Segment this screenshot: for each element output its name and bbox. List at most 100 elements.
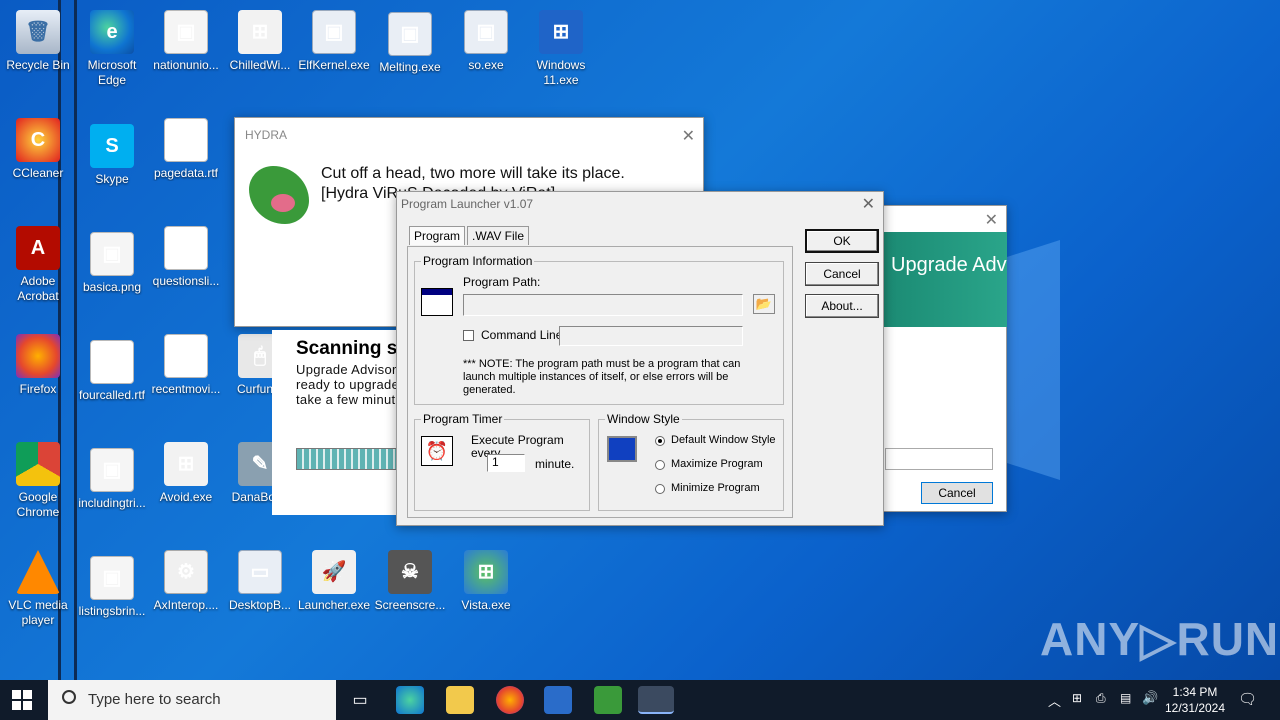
- browse-folder-icon[interactable]: 📂: [753, 294, 775, 314]
- style-default-radio[interactable]: [655, 436, 665, 446]
- desktop-icon-fourcalled[interactable]: W fourcalled.rtf: [74, 340, 150, 403]
- desktop-icon-listingsbrin[interactable]: ▣ listingsbrin...: [74, 556, 150, 619]
- desktop-icon-recycle-bin[interactable]: 🗑 Recycle Bin: [0, 10, 76, 73]
- windows-shield-icon: ⊞: [539, 10, 583, 54]
- advisor-banner: Upgrade Advisor: [881, 232, 1007, 327]
- program-path-input[interactable]: [463, 294, 743, 316]
- desktop-icon-launcher[interactable]: 🚀 Launcher.exe: [296, 550, 372, 613]
- word-doc-icon: W: [164, 334, 208, 378]
- desktop-icon-recentmovi[interactable]: W recentmovi...: [148, 334, 224, 397]
- timer-spinner[interactable]: 1: [487, 454, 525, 472]
- close-icon[interactable]: ✕: [862, 194, 875, 214]
- window-app-icon: [421, 288, 453, 316]
- clock-icon: ⏰: [421, 436, 453, 466]
- word-doc-icon: W: [90, 340, 134, 384]
- icon-label: Windows 11.exe: [536, 58, 586, 87]
- icon-label: pagedata.rtf: [153, 166, 219, 180]
- close-icon[interactable]: ✕: [682, 126, 695, 146]
- command-line-label: Command Line: [481, 328, 563, 342]
- monitor-icon: [607, 436, 637, 462]
- notifications-icon[interactable]: 🗨: [1238, 690, 1257, 708]
- desktop-icon-basica[interactable]: ▣ basica.png: [74, 232, 150, 295]
- program-launcher-window[interactable]: Program Launcher v1.07 ✕ Program .WAV Fi…: [396, 191, 884, 526]
- windows-start-icon[interactable]: [12, 690, 32, 710]
- windows-flag-icon: ⊞: [164, 442, 208, 486]
- device-icon[interactable]: ⎙: [1096, 691, 1106, 706]
- upgrade-advisor-window[interactable]: ✕ Upgrade Advisor Cancel: [880, 205, 1007, 512]
- app-taskbar-icon[interactable]: [544, 686, 572, 714]
- launcher-taskbar-icon[interactable]: [638, 686, 674, 714]
- desktop-icon-vlc[interactable]: VLC media player: [0, 550, 76, 628]
- style-maximize-radio[interactable]: [655, 460, 665, 470]
- edge-taskbar-icon[interactable]: [396, 686, 424, 714]
- desktop-icon-melting[interactable]: ▣ Melting.exe: [372, 12, 448, 75]
- desktop-icon-nationunio[interactable]: ▣ nationunio...: [148, 10, 224, 73]
- desktop-icon-includingtri[interactable]: ▣ includingtri...: [74, 448, 150, 511]
- desktop-icon-questionsli[interactable]: W questionsli...: [148, 226, 224, 289]
- desktop-icon-adobe-acrobat[interactable]: A Adobe Acrobat: [0, 226, 76, 304]
- tab-program[interactable]: Program: [409, 226, 466, 245]
- rocket-icon: 🚀: [312, 550, 356, 594]
- icon-label: ChilledWi...: [229, 58, 291, 72]
- desktop-icon-pagedata[interactable]: W pagedata.rtf: [148, 118, 224, 181]
- desktop-icon-windows11[interactable]: ⊞ Windows 11.exe: [523, 10, 599, 88]
- icon-label: VLC media player: [8, 598, 68, 627]
- desktop-icon-chilledwi[interactable]: ⊞ ChilledWi...: [222, 10, 298, 73]
- icon-label: CCleaner: [12, 166, 64, 180]
- desktop-icon-axinterop[interactable]: ⚙ AxInterop....: [148, 550, 224, 613]
- minute-label: minute.: [535, 457, 575, 471]
- desktop-icon-desktopb[interactable]: ▭ DesktopB...: [222, 550, 298, 613]
- desktop-icon-elfkernel[interactable]: ▣ ElfKernel.exe: [296, 10, 372, 73]
- style-minimize-radio[interactable]: [655, 484, 665, 494]
- style-minimize-label: Minimize Program: [671, 482, 760, 494]
- hydra-taskbar-icon[interactable]: [594, 686, 622, 714]
- windows-vista-icon: ⊞: [464, 550, 508, 594]
- desktop-icon-avoid[interactable]: ⊞ Avoid.exe: [148, 442, 224, 505]
- taskbar-clock[interactable]: 1:34 PM 12/31/2024: [1163, 684, 1227, 716]
- group-label: Program Timer: [421, 412, 505, 426]
- icon-label: Firefox: [19, 382, 57, 396]
- exe-icon: ▣: [312, 10, 356, 54]
- windows-security-icon[interactable]: ⊞: [1072, 691, 1082, 705]
- taskbar-search-box[interactable]: Type here to search: [48, 680, 336, 720]
- desktop-icon-firefox[interactable]: Firefox: [0, 334, 76, 397]
- command-line-checkbox[interactable]: [463, 330, 474, 341]
- desktop-icon-edge[interactable]: e Microsoft Edge: [74, 10, 150, 88]
- desktop-icon-ccleaner[interactable]: C CCleaner: [0, 118, 76, 181]
- desktop-icon-so[interactable]: ▣ so.exe: [448, 10, 524, 73]
- desktop-icon-skype[interactable]: S Skype: [74, 124, 150, 187]
- icon-label: Vista.exe: [461, 598, 511, 612]
- search-icon: [62, 690, 76, 704]
- windows-wallpaper-logo: [1000, 240, 1060, 480]
- launcher-tabs: Program .WAV File: [409, 226, 531, 245]
- chevron-up-icon[interactable]: ︿: [1048, 691, 1061, 710]
- icon-label: Launcher.exe: [297, 598, 371, 612]
- ok-button[interactable]: OK: [805, 229, 879, 253]
- task-view-icon[interactable]: ▭: [346, 686, 374, 714]
- recycle-bin-icon: 🗑: [16, 10, 60, 54]
- word-doc-icon: W: [164, 226, 208, 270]
- desktop-icon-vista[interactable]: ⊞ Vista.exe: [448, 550, 524, 613]
- file-explorer-icon[interactable]: [446, 686, 474, 714]
- icon-label: ElfKernel.exe: [298, 58, 370, 72]
- advisor-cancel-button[interactable]: Cancel: [921, 482, 993, 504]
- desktop-icon-chrome[interactable]: Google Chrome: [0, 442, 76, 520]
- volume-icon[interactable]: 🔊: [1142, 690, 1158, 706]
- program-timer-group: Program Timer ⏰ Execute Program every 1 …: [414, 412, 590, 511]
- about-button[interactable]: About...: [805, 294, 879, 318]
- icon-label: questionsli...: [152, 274, 220, 288]
- command-line-input[interactable]: [559, 326, 743, 346]
- icon-label: recentmovi...: [151, 382, 221, 396]
- network-icon[interactable]: ▤: [1120, 691, 1131, 705]
- firefox-taskbar-icon[interactable]: [496, 686, 524, 714]
- icon-label: fourcalled.rtf: [78, 388, 146, 402]
- style-maximize-label: Maximize Program: [671, 458, 763, 470]
- group-label: Program Information: [421, 254, 535, 268]
- desktop-icon-screenscre[interactable]: ☠ Screenscre...: [372, 550, 448, 613]
- tab-wav-file[interactable]: .WAV File: [467, 226, 530, 245]
- cancel-button[interactable]: Cancel: [805, 262, 879, 286]
- firefox-icon: [16, 334, 60, 378]
- icon-label: so.exe: [468, 58, 504, 72]
- group-label: Window Style: [605, 412, 682, 426]
- close-icon[interactable]: ✕: [985, 210, 998, 230]
